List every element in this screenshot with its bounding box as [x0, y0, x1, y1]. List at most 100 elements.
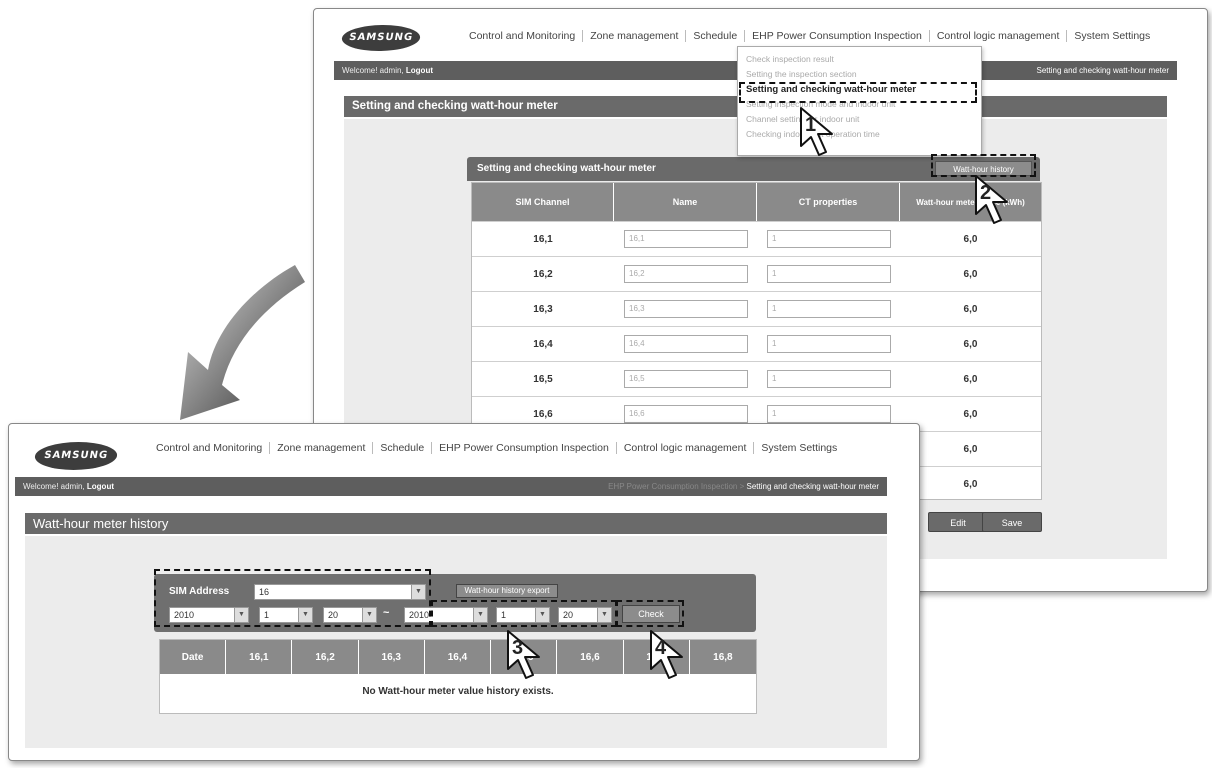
welcome-bar: Welcome! admin, Logout EHP Power Consump…	[15, 477, 887, 496]
chevron-down-icon: ▼	[473, 608, 487, 622]
edit-button[interactable]: Edit	[928, 512, 988, 532]
from-day-value: 20	[328, 610, 339, 620]
page-title: Watt-hour meter history	[25, 513, 887, 534]
table-row: 16,3 16,3 1 6,0	[472, 291, 1041, 326]
to-month-select[interactable]: 1 ▼	[496, 607, 550, 623]
name-input[interactable]: 16,2	[624, 265, 748, 283]
name-input[interactable]: 16,5	[624, 370, 748, 388]
header-watt-hour-value: Watt-hour meter value (kWh)	[900, 183, 1041, 221]
to-year-value: 2010	[409, 610, 430, 620]
watt-hour-value-cell: 6,0	[963, 234, 978, 245]
menu-system-settings[interactable]: System Settings	[1066, 30, 1157, 42]
ct-input[interactable]: 1	[767, 405, 891, 423]
menu-ehp-power[interactable]: EHP Power Consumption Inspection	[744, 30, 929, 42]
menu-zone-management[interactable]: Zone management	[269, 442, 372, 454]
watt-hour-value-cell: 6,0	[963, 479, 978, 490]
menu-zone-management[interactable]: Zone management	[582, 30, 685, 42]
to-day-value: 20	[563, 610, 574, 620]
header-channel: 16,3	[358, 640, 425, 674]
export-history-button[interactable]: Watt-hour history export	[456, 584, 558, 598]
watt-hour-value-cell: 6,0	[963, 269, 978, 280]
ct-input[interactable]: 1	[767, 265, 891, 283]
dropdown-item[interactable]: Check inspection result	[738, 52, 981, 67]
dropdown-item[interactable]: Checking indoor unit operation time	[738, 127, 981, 142]
breadcrumb-parent[interactable]: EHP Power Consumption Inspection >	[608, 482, 744, 491]
table-row: 16,5 16,5 1 6,0	[472, 361, 1041, 396]
from-day-select[interactable]: 20 ▼	[323, 607, 377, 623]
step-number: 4	[655, 637, 667, 659]
dropdown-item[interactable]: Channel setting for indoor unit	[738, 112, 981, 127]
channel-cell: 16,4	[533, 339, 553, 350]
welcome-text: Welcome! admin,	[342, 66, 404, 75]
ehp-dropdown-menu: Check inspection result Setting the insp…	[737, 46, 982, 156]
watt-hour-value-cell: 6,0	[963, 409, 978, 420]
from-year-select[interactable]: 2010 ▼	[169, 607, 249, 623]
ct-input[interactable]: 1	[767, 300, 891, 318]
header-channel: 16,8	[689, 640, 756, 674]
menu-control-logic[interactable]: Control logic management	[928, 30, 1067, 42]
watt-hour-value-cell: 6,0	[963, 444, 978, 455]
breadcrumb: Setting and checking watt-hour meter	[1036, 66, 1169, 75]
to-day-select[interactable]: 20 ▼	[558, 607, 612, 623]
pointer-icon-step-2: 2	[974, 174, 1016, 226]
menu-control-monitoring[interactable]: Control and Monitoring	[149, 442, 269, 454]
ct-input[interactable]: 1	[767, 230, 891, 248]
header-channel: 16,2	[292, 640, 359, 674]
chevron-down-icon: ▼	[234, 608, 248, 622]
dropdown-item[interactable]: Setting inspection mode and indoor unit	[738, 97, 981, 112]
watt-hour-value-cell: 6,0	[963, 339, 978, 350]
from-month-select[interactable]: 1 ▼	[259, 607, 313, 623]
breadcrumb: Setting and checking watt-hour meter	[746, 482, 879, 491]
sim-address-select[interactable]: 16 ▼	[254, 584, 426, 600]
front-window: SAMSUNG Control and Monitoring Zone mana…	[8, 423, 920, 761]
menu-schedule[interactable]: Schedule	[685, 30, 744, 42]
ct-input[interactable]: 1	[767, 370, 891, 388]
menu-system-settings[interactable]: System Settings	[753, 442, 844, 454]
pointer-icon-step-4: 4	[649, 629, 691, 681]
sim-address-value: 16	[259, 587, 270, 597]
header-channel: 16,4	[424, 640, 492, 674]
table-row: 16,4 16,4 1 6,0	[472, 326, 1041, 361]
table-row: 16,2 16,2 1 6,0	[472, 256, 1041, 291]
watt-hour-value-cell: 6,0	[963, 304, 978, 315]
header-date: Date	[160, 640, 227, 674]
chevron-down-icon: ▼	[362, 608, 376, 622]
check-button[interactable]: Check	[622, 605, 680, 623]
channel-cell: 16,5	[533, 374, 553, 385]
menu-control-monitoring[interactable]: Control and Monitoring	[462, 30, 582, 42]
pointer-icon-step-1: 1	[799, 106, 841, 158]
chevron-down-icon: ▼	[298, 608, 312, 622]
dropdown-item-watt-hour-meter[interactable]: Setting and checking watt-hour meter	[738, 82, 981, 97]
sim-address-label: SIM Address	[169, 586, 230, 597]
range-separator: ~	[383, 607, 390, 619]
samsung-logo: SAMSUNG	[32, 442, 120, 470]
transition-arrow	[180, 265, 305, 420]
menu-ehp-power[interactable]: EHP Power Consumption Inspection	[431, 442, 616, 454]
step-number: 3	[512, 637, 524, 659]
menu-control-logic[interactable]: Control logic management	[615, 442, 754, 454]
name-input[interactable]: 16,6	[624, 405, 748, 423]
chevron-down-icon: ▼	[597, 608, 611, 622]
table-row: 16,1 16,1 1 6,0	[472, 221, 1041, 256]
top-menu: Control and Monitoring Zone management S…	[462, 30, 1157, 42]
name-input[interactable]: 16,4	[624, 335, 748, 353]
filter-panel	[154, 574, 756, 632]
chevron-down-icon: ▼	[535, 608, 549, 622]
channel-cell: 16,3	[533, 304, 553, 315]
channel-cell: 16,1	[533, 234, 553, 245]
dropdown-item[interactable]: Setting the inspection section	[738, 67, 981, 82]
menu-schedule[interactable]: Schedule	[372, 442, 431, 454]
name-input[interactable]: 16,3	[624, 300, 748, 318]
ct-input[interactable]: 1	[767, 335, 891, 353]
empty-message: No Watt-hour meter value history exists.	[362, 686, 554, 697]
step-number: 2	[980, 182, 992, 204]
name-input[interactable]: 16,1	[624, 230, 748, 248]
welcome-text: Welcome! admin,	[23, 482, 85, 491]
to-year-select[interactable]: 2010 ▼	[404, 607, 488, 623]
save-button[interactable]: Save	[982, 512, 1042, 532]
header-name: Name	[614, 183, 757, 221]
header-ct-properties: CT properties	[757, 183, 900, 221]
logout-link[interactable]: Logout	[406, 66, 433, 75]
header-channel: 16,1	[226, 640, 293, 674]
logout-link[interactable]: Logout	[87, 482, 114, 491]
